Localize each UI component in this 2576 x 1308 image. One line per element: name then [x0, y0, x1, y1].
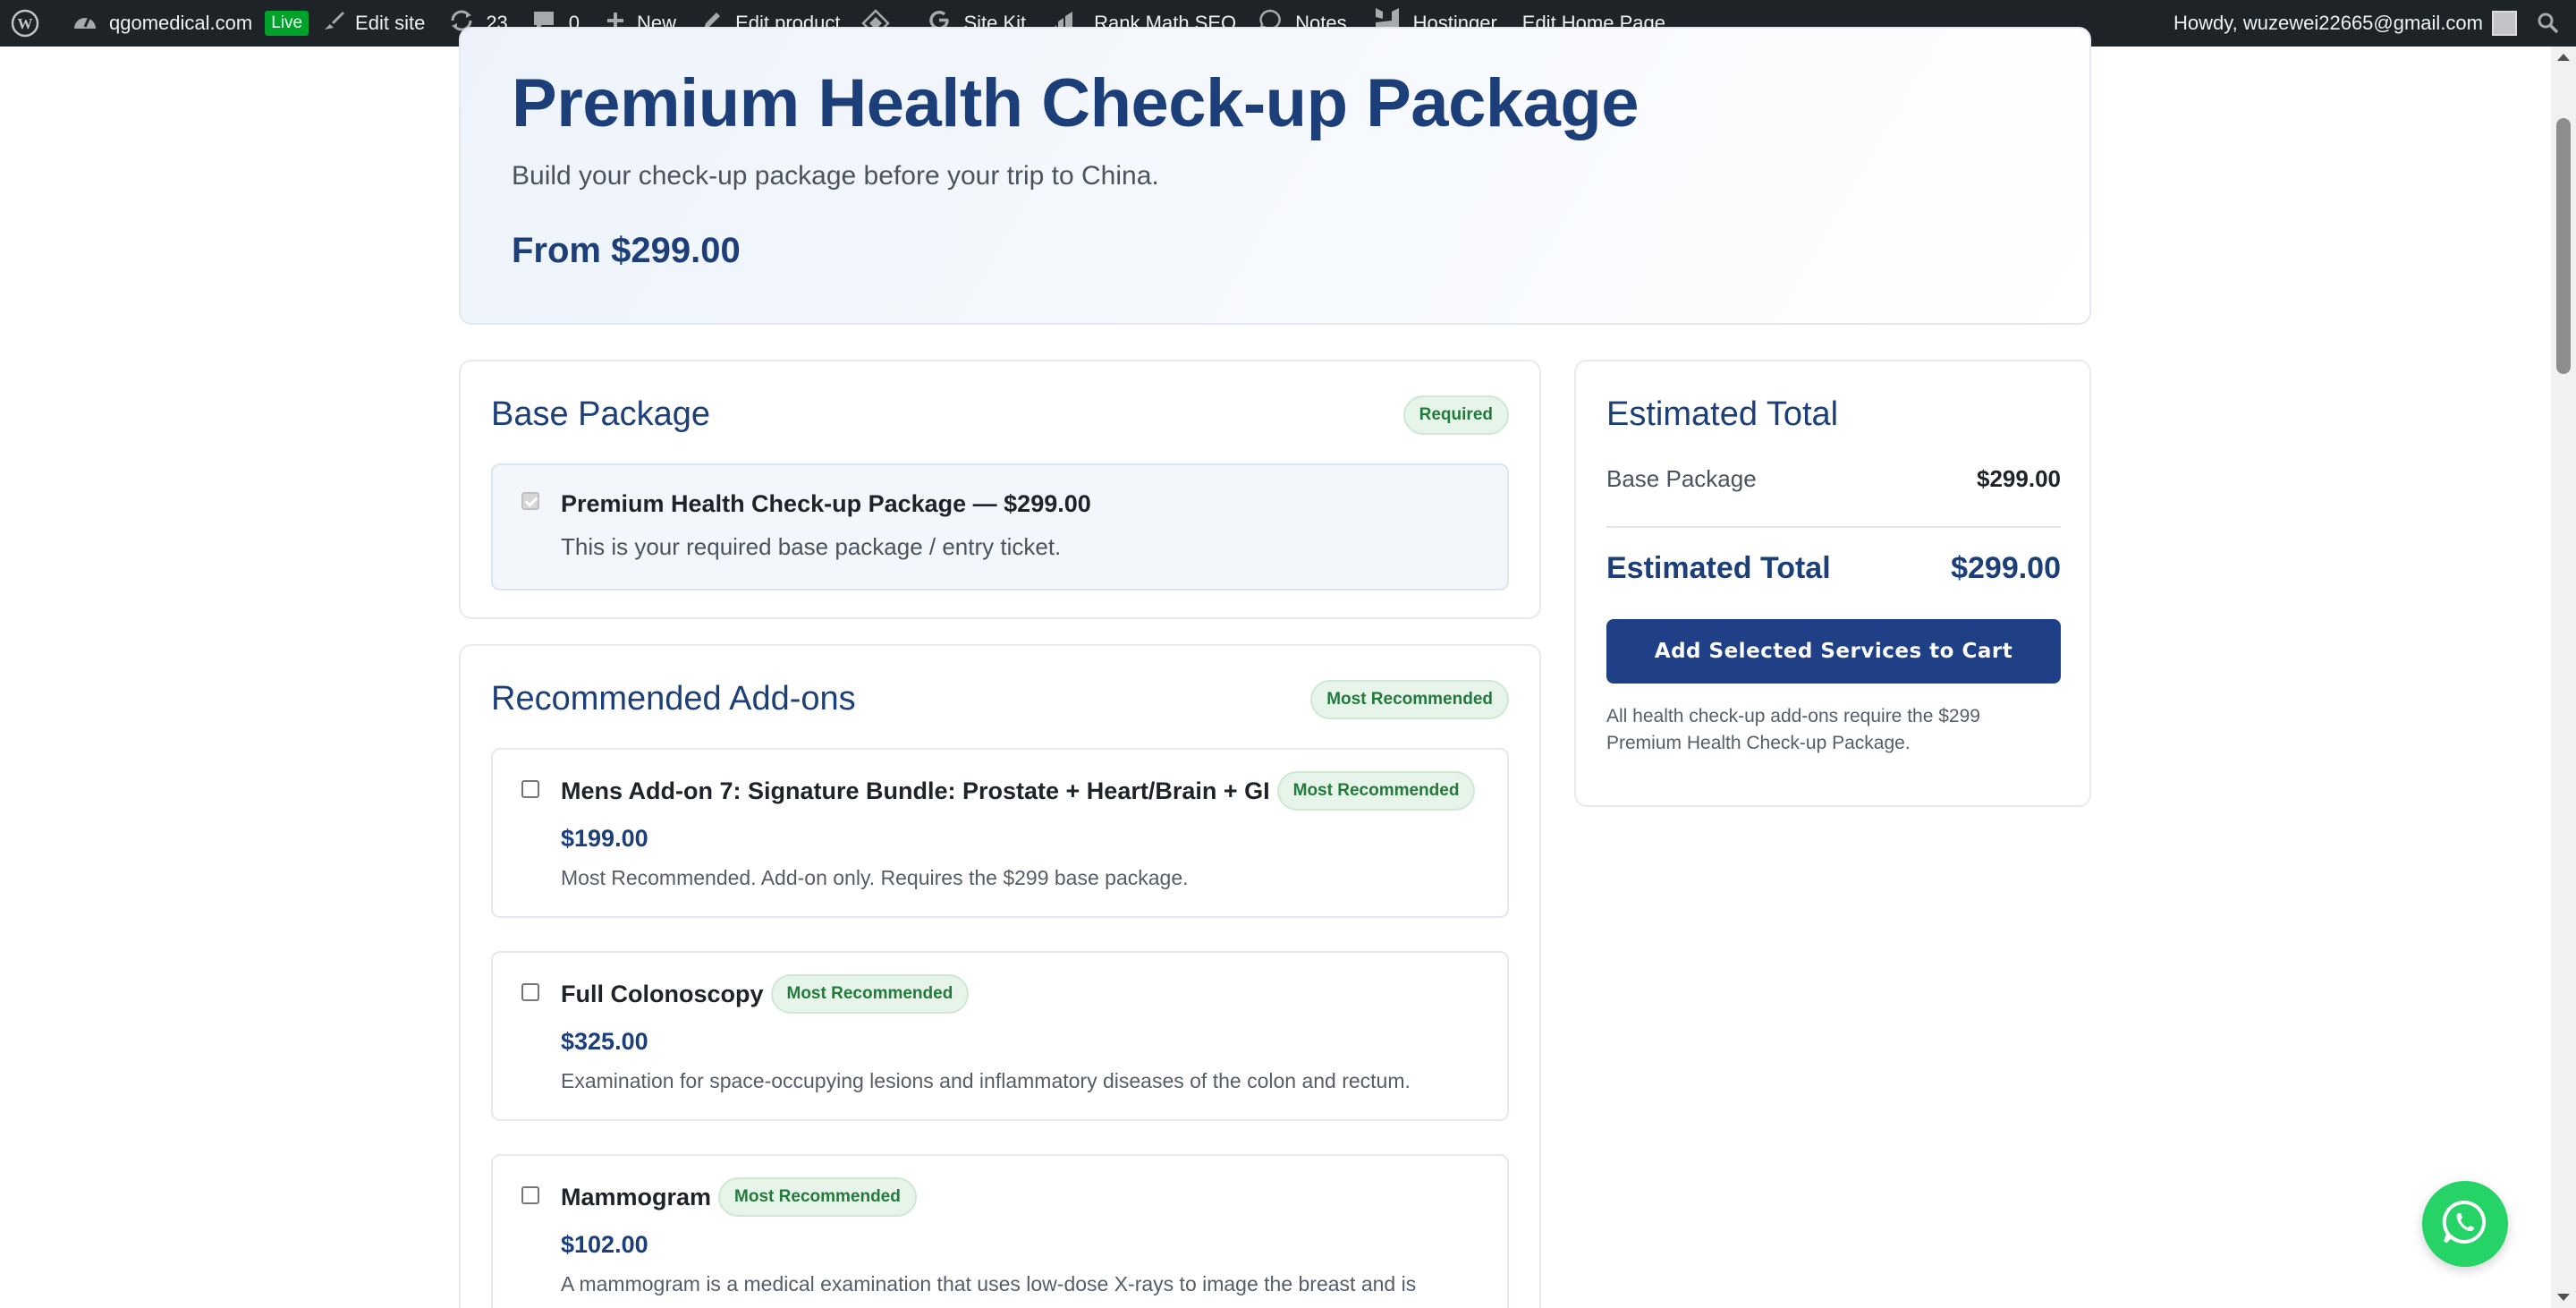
page-scrollbar[interactable] — [2551, 47, 2576, 1308]
addon-price: $102.00 — [561, 1231, 648, 1258]
whatsapp-button[interactable] — [2422, 1181, 2508, 1267]
base-package-option: Premium Health Check-up Package — $299.0… — [491, 463, 1509, 590]
addon-item[interactable]: Mammogram Most Recommended $102.00 A mam… — [491, 1154, 1509, 1308]
scroll-up-arrow-icon[interactable] — [2557, 54, 2570, 61]
base-package-value: $299.00 — [1977, 465, 2061, 492]
base-package-card: Base Package Required Premium Health Che… — [459, 360, 1541, 619]
addon-badge: Most Recommended — [770, 974, 970, 1014]
hero-price: From $299.00 — [512, 231, 741, 270]
addon-item[interactable]: Full Colonoscopy Most Recommended $325.0… — [491, 951, 1509, 1121]
addons-most-recommended-badge: Most Recommended — [1310, 680, 1509, 719]
whatsapp-icon — [2440, 1197, 2490, 1252]
svg-text:W: W — [18, 15, 33, 32]
addon-checkbox[interactable] — [521, 1186, 539, 1204]
base-package-item-desc: This is your required base package / ent… — [561, 533, 1062, 560]
edit-site-label: Edit site — [355, 12, 426, 34]
addon-name: Mammogram — [561, 1183, 712, 1210]
estimated-total-value: $299.00 — [1951, 551, 2061, 585]
page-title: Premium Health Check-up Package — [512, 65, 1640, 141]
addon-badge: Most Recommended — [718, 1177, 917, 1217]
wordpress-logo-icon[interactable]: W — [11, 0, 39, 47]
base-package-label: Base Package — [1606, 465, 1757, 492]
scroll-down-arrow-icon[interactable] — [2557, 1294, 2570, 1301]
base-package-item-title: Premium Health Check-up Package — $299.0… — [561, 490, 1091, 517]
addon-name: Mens Add-on 7: Signature Bundle: Prostat… — [561, 777, 1270, 804]
dashboard-icon — [72, 9, 98, 38]
brush-icon — [321, 8, 346, 38]
estimated-total-title: Estimated Total — [1606, 395, 1839, 433]
addon-price: $199.00 — [561, 825, 648, 852]
live-badge: Live — [265, 11, 309, 36]
estimated-total-row: Estimated Total $299.00 — [1606, 551, 2061, 586]
addon-name: Full Colonoscopy — [561, 980, 764, 1007]
scrollbar-thumb[interactable] — [2556, 118, 2571, 374]
addons-card: Recommended Add-ons Most Recommended Men… — [459, 644, 1541, 1308]
search-icon[interactable] — [2537, 0, 2560, 47]
site-name-link[interactable]: qgomedical.com Live — [72, 0, 309, 47]
addon-checkbox[interactable] — [521, 983, 539, 1001]
howdy-label: Howdy, wuzewei22665@gmail.com — [2174, 12, 2483, 34]
site-name: qgomedical.com — [109, 12, 253, 34]
addon-checkbox[interactable] — [521, 780, 539, 798]
addon-desc: A mammogram is a medical examination tha… — [561, 1272, 1417, 1295]
avatar — [2492, 11, 2517, 36]
estimated-total-card: Estimated Total Base Package $299.00 Est… — [1574, 360, 2091, 807]
base-package-checkbox[interactable] — [521, 492, 539, 510]
addon-badge: Most Recommended — [1276, 771, 1476, 811]
addons-title: Recommended Add-ons — [491, 680, 856, 718]
total-note: All health check-up add-ons require the … — [1606, 706, 1980, 753]
estimated-total-label: Estimated Total — [1606, 551, 1831, 585]
base-package-row: Base Package $299.00 — [1606, 465, 2061, 493]
hero-subtitle: Build your check-up package before your … — [512, 161, 1159, 191]
addon-desc: Most Recommended. Add-on only. Requires … — [561, 866, 1189, 889]
addon-desc: Examination for space-occupying lesions … — [561, 1069, 1411, 1092]
addon-price: $325.00 — [561, 1028, 648, 1055]
add-to-cart-button[interactable]: Add Selected Services to Cart — [1606, 619, 2061, 684]
base-package-title: Base Package — [491, 395, 711, 433]
product-hero: Premium Health Check-up Package Build yo… — [459, 27, 2091, 325]
edit-site-link[interactable]: Edit site — [321, 0, 425, 47]
account-menu[interactable]: Howdy, wuzewei22665@gmail.com — [2174, 0, 2517, 47]
addon-item[interactable]: Mens Add-on 7: Signature Bundle: Prostat… — [491, 748, 1509, 918]
divider — [1606, 526, 2061, 528]
required-badge: Required — [1402, 395, 1509, 435]
